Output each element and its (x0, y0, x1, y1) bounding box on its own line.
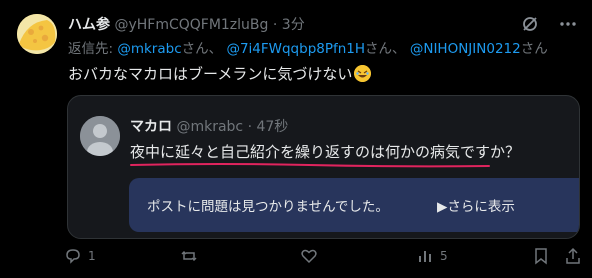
mention-link[interactable]: @mkrabc (117, 41, 181, 57)
separator-dot: · (272, 17, 278, 33)
honorific: さん (365, 41, 393, 57)
quoted-display-name[interactable]: マカロ (130, 119, 172, 135)
repost-icon (181, 250, 197, 262)
share-icon (566, 247, 580, 264)
quoted-time[interactable]: 47秒 (256, 119, 288, 135)
reply-button[interactable]: 1 (64, 247, 96, 265)
share-button[interactable] (564, 247, 582, 265)
mention-link[interactable]: @7i4FWqqbp8Pfn1H (226, 41, 365, 57)
bookmark-icon (535, 248, 547, 265)
avatar[interactable] (17, 14, 57, 54)
show-more-link[interactable]: ▶さらに表示 (437, 195, 515, 215)
mention-link[interactable]: @NIHONJIN0212 (410, 41, 521, 57)
reply-icon (66, 249, 80, 264)
mention-separator: 、 (392, 41, 406, 57)
quoted-post[interactable]: マカロ @mkrabc · 47秒 夜中に延々と自己紹介を繰り返すのは何かの病気… (67, 95, 580, 239)
rofl-emoji-icon (354, 65, 372, 82)
quoted-handle[interactable]: @mkrabc (176, 119, 243, 135)
more-icon[interactable] (558, 14, 578, 34)
view-count: 5 (440, 249, 448, 263)
post-header: ハム参 @yHFmCQQFM1zluBg · 3分 (68, 15, 532, 35)
post-time[interactable]: 3分 (282, 17, 305, 33)
reply-to-line: 返信先: @mkrabcさん、 @7i4FWqqbp8Pfn1Hさん、 @NIH… (68, 40, 548, 58)
post-text-content: おバカなマカロはブーメランに気づけない (68, 65, 353, 83)
grok-icon[interactable] (520, 14, 540, 34)
like-button[interactable] (300, 247, 324, 265)
separator-dot: · (247, 119, 253, 135)
post-unavailable-notice: ポストに問題は見つかりませんでした。 ▶さらに表示 (129, 178, 579, 232)
reply-count: 1 (88, 249, 96, 263)
quoted-header: マカロ @mkrabc · 47秒 (130, 118, 288, 136)
display-name[interactable]: ハム参 (68, 17, 110, 33)
red-underline-annotation (130, 163, 490, 168)
bookmark-button[interactable] (532, 247, 550, 265)
heart-icon (301, 249, 317, 264)
repost-button[interactable] (180, 247, 204, 265)
post-top-actions (520, 14, 578, 34)
post-action-bar: 1 5 (64, 247, 584, 267)
mention-separator: 、 (208, 41, 223, 57)
unavailable-message: ポストに問題は見つかりませんでした。 (147, 199, 389, 215)
views-button[interactable]: 5 (416, 247, 448, 265)
reply-prefix: 返信先: (68, 41, 118, 57)
post-text: おバカなマカロはブーメランに気づけない (68, 63, 372, 85)
views-icon (419, 251, 431, 262)
user-handle[interactable]: @yHFmCQQFM1zluBg (114, 17, 268, 33)
honorific: さん (520, 41, 548, 57)
honorific: さん (181, 41, 209, 57)
quoted-text: 夜中に延々と自己紹介を繰り返すのは何かの病気ですか？ (130, 143, 521, 161)
quoted-avatar[interactable] (80, 116, 120, 156)
